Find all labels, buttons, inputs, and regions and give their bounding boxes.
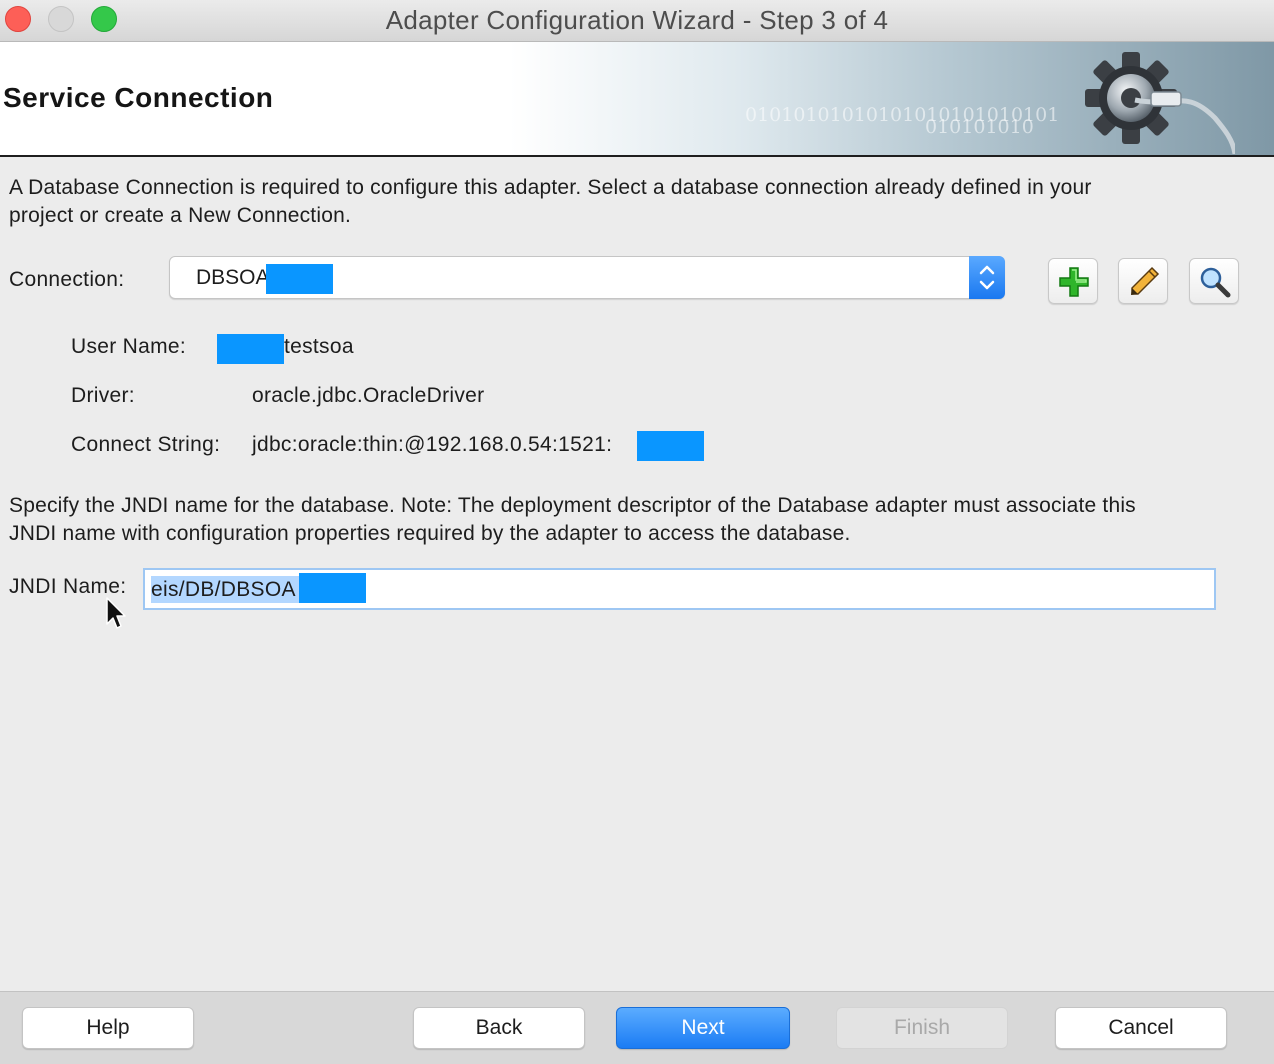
redacted-mark <box>299 573 366 603</box>
finish-button[interactable]: Finish <box>836 1007 1008 1049</box>
connection-select-value: DBSOA <box>196 266 270 289</box>
browse-connection-button[interactable] <box>1189 258 1239 304</box>
edit-connection-button[interactable] <box>1118 258 1168 304</box>
next-button[interactable]: Next <box>616 1007 790 1049</box>
connection-label: Connection: <box>9 268 125 291</box>
banner-binary-text-2: 010101010 <box>925 116 1034 138</box>
magnifier-icon <box>1200 267 1231 298</box>
jndi-note-line-2: JNDI name with configuration properties … <box>9 522 851 545</box>
redacted-mark <box>217 334 284 364</box>
wizard-header-banner: Service Connection 010101010101010101010… <box>0 42 1274 157</box>
connect-string-label: Connect String: <box>71 433 221 456</box>
adapter-gear-icon <box>1085 52 1235 154</box>
jndi-name-value: eis/DB/DBSOA <box>151 578 296 601</box>
connect-string-value: jdbc:oracle:thin:@192.168.0.54:1521: <box>252 433 613 456</box>
redacted-mark <box>637 431 704 461</box>
connection-select[interactable]: DBSOA <box>169 256 1005 299</box>
page-title: Service Connection <box>3 82 274 113</box>
pencil-icon <box>1131 266 1160 295</box>
driver-value: oracle.jdbc.OracleDriver <box>252 384 485 407</box>
window-titlebar[interactable]: Adapter Configuration Wizard - Step 3 of… <box>0 0 1274 42</box>
window-title: Adapter Configuration Wizard - Step 3 of… <box>385 5 889 35</box>
mouse-pointer-icon <box>106 597 126 629</box>
wizard-footer: Help Back Next Finish Cancel <box>0 991 1274 1064</box>
intro-line-1: A Database Connection is required to con… <box>9 176 1092 199</box>
updown-chevron-icon <box>979 265 995 290</box>
user-name-value: testsoa <box>284 335 354 358</box>
jndi-name-input[interactable]: eis/DB/DBSOA <box>143 568 1216 610</box>
jndi-note-line-1: Specify the JNDI name for the database. … <box>9 494 1136 517</box>
user-name-label: User Name: <box>71 335 187 358</box>
help-button[interactable]: Help <box>22 1007 194 1049</box>
back-button[interactable]: Back <box>413 1007 585 1049</box>
connection-select-arrow[interactable] <box>969 256 1005 299</box>
intro-line-2: project or create a New Connection. <box>9 204 352 227</box>
add-connection-button[interactable] <box>1048 258 1098 304</box>
redacted-mark <box>266 264 333 294</box>
cancel-button[interactable]: Cancel <box>1055 1007 1227 1049</box>
driver-label: Driver: <box>71 384 135 407</box>
plus-icon <box>1059 267 1089 297</box>
